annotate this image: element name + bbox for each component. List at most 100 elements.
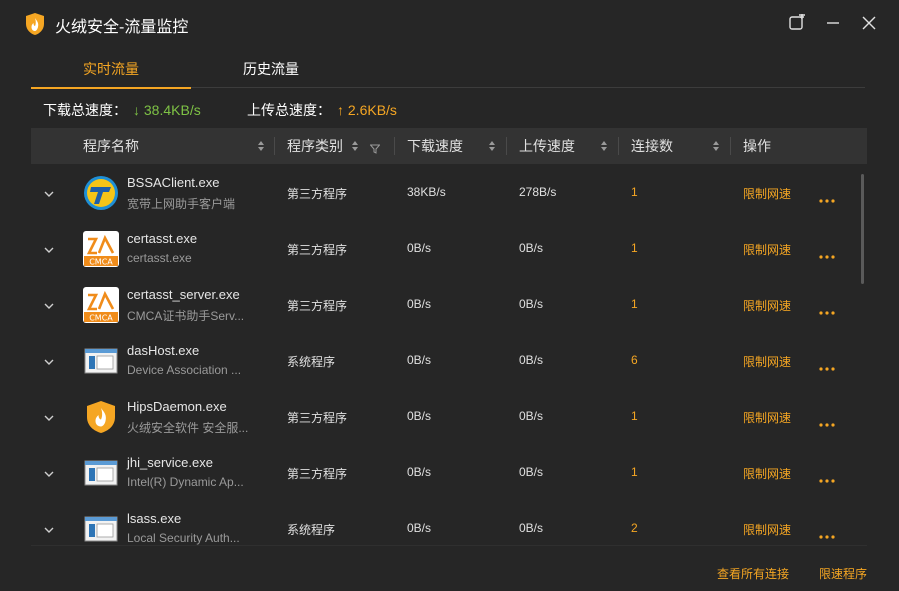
download-speed: 0B/s [407,409,432,423]
connection-count[interactable]: 1 [631,409,638,423]
program-type: 第三方程序 [287,467,348,481]
table-scrollbar[interactable] [861,174,864,284]
connection-count[interactable]: 1 [631,185,638,199]
tab-history-traffic[interactable]: 历史流量 [223,56,319,88]
more-options-icon[interactable] [819,358,835,371]
connection-count[interactable]: 2 [631,521,638,535]
total-download-speed: 下载总速度： ↓ 38.4KB/s [43,100,201,120]
table-row[interactable]: HipsDaemon.exe 火绒安全软件 安全服... 第三方程序 0B/s … [31,388,867,444]
filter-icon[interactable] [369,141,381,154]
program-name: certasst.exe [127,231,198,246]
table-header: 程序名称 程序类别 下载速度 上传速度 连接数 操作 [31,128,867,164]
sort-icon[interactable] [351,139,359,153]
total-upload-speed: 上传总速度： ↑ 2.6KB/s [247,100,397,120]
upload-speed: 0B/s [519,297,544,311]
limit-speed-button[interactable]: 限制网速 [743,465,791,482]
program-description: certasst.exe [127,251,192,265]
column-divider [618,137,619,155]
footer-divider [31,545,867,546]
column-download-speed[interactable]: 下载速度 [407,128,463,164]
limit-speed-button[interactable]: 限制网速 [743,353,791,370]
huorong-shield-icon [83,399,119,435]
more-options-icon[interactable] [819,246,835,259]
limit-speed-button[interactable]: 限制网速 [743,297,791,314]
view-all-connections-link[interactable]: 查看所有连接 [717,565,789,582]
table-row[interactable]: dasHost.exe Device Association ... 系统程序 … [31,332,867,388]
column-program-name[interactable]: 程序名称 [83,128,139,164]
sort-icon[interactable] [712,139,720,153]
table-body: BSSAClient.exe 宽带上网助手客户端 第三方程序 38KB/s 27… [31,164,867,545]
process-table: 程序名称 程序类别 下载速度 上传速度 连接数 操作 BSSAClient.ex… [31,128,867,545]
connection-count[interactable]: 1 [631,297,638,311]
chevron-down-icon[interactable] [43,410,55,421]
upload-speed: 0B/s [519,241,544,255]
tab-realtime-traffic[interactable]: 实时流量 [31,56,191,89]
table-row[interactable]: CMCA certasst_server.exe CMCA证书助手Serv...… [31,276,867,332]
system-program-icon [83,511,119,545]
program-description: Local Security Auth... [127,531,240,545]
limit-speed-button[interactable]: 限制网速 [743,409,791,426]
column-program-type[interactable]: 程序类别 [287,128,343,164]
column-upload-speed[interactable]: 上传速度 [519,128,575,164]
column-connections[interactable]: 连接数 [631,128,673,164]
chevron-down-icon[interactable] [43,354,55,365]
upload-speed: 278B/s [519,185,557,199]
program-description: CMCA证书助手Serv... [127,309,245,323]
limit-speed-button[interactable]: 限制网速 [743,185,791,202]
more-options-icon[interactable] [819,190,835,203]
program-type: 第三方程序 [287,243,348,257]
chevron-down-icon[interactable] [43,186,55,197]
more-options-icon[interactable] [819,470,835,483]
sort-icon[interactable] [488,139,496,153]
column-divider [394,137,395,155]
connection-count[interactable]: 1 [631,465,638,479]
connection-count[interactable]: 1 [631,241,638,255]
traffic-monitor-window: 火绒安全-流量监控 实时流量 历史流量 下载总速度： ↓ 38.4KB/s 上传… [0,0,899,591]
download-speed: 0B/s [407,465,432,479]
program-description: Intel(R) Dynamic Ap... [127,475,244,489]
upload-speed: 0B/s [519,521,544,535]
sort-icon[interactable] [257,139,265,153]
upload-speed: 0B/s [519,409,544,423]
connection-count[interactable]: 6 [631,353,638,367]
sort-icon[interactable] [600,139,608,153]
chevron-down-icon[interactable] [43,298,55,309]
table-row[interactable]: BSSAClient.exe 宽带上网助手客户端 第三方程序 38KB/s 27… [31,164,867,220]
download-speed: 0B/s [407,353,432,367]
chevron-down-icon[interactable] [43,522,55,533]
more-options-icon[interactable] [819,302,835,315]
title-bar: 火绒安全-流量监控 [0,0,899,46]
program-name: certasst_server.exe [127,287,240,302]
limited-programs-link[interactable]: 限速程序 [819,565,867,582]
cmca-icon: CMCA [83,231,119,267]
svg-text:CMCA: CMCA [89,314,113,323]
program-name: BSSAClient.exe [127,175,220,190]
program-name: HipsDaemon.exe [127,399,227,414]
pin-window-icon[interactable] [788,14,806,32]
bssa-client-icon [83,175,119,211]
column-divider [506,137,507,155]
upload-speed: 0B/s [519,353,544,367]
limit-speed-button[interactable]: 限制网速 [743,241,791,258]
download-speed: 0B/s [407,241,432,255]
minimize-icon[interactable] [824,14,842,32]
more-options-icon[interactable] [819,526,835,539]
table-row[interactable]: CMCA certasst.exe certasst.exe 第三方程序 0B/… [31,220,867,276]
more-options-icon[interactable] [819,414,835,427]
program-type: 系统程序 [287,523,336,537]
upload-speed-label: 上传总速度： [247,102,331,118]
chevron-down-icon[interactable] [43,242,55,253]
table-row[interactable]: lsass.exe Local Security Auth... 系统程序 0B… [31,500,867,545]
limit-speed-button[interactable]: 限制网速 [743,521,791,538]
program-name: dasHost.exe [127,343,200,358]
program-type: 第三方程序 [287,187,348,201]
close-icon[interactable] [860,14,878,32]
download-speed: 38KB/s [407,185,446,199]
chevron-down-icon[interactable] [43,466,55,477]
table-row[interactable]: jhi_service.exe Intel(R) Dynamic Ap... 第… [31,444,867,500]
column-divider [730,137,731,155]
upload-speed: 0B/s [519,465,544,479]
app-title: 火绒安全-流量监控 [55,19,189,36]
upload-speed-value: ↑ 2.6KB/s [337,102,397,118]
program-type: 第三方程序 [287,299,348,313]
